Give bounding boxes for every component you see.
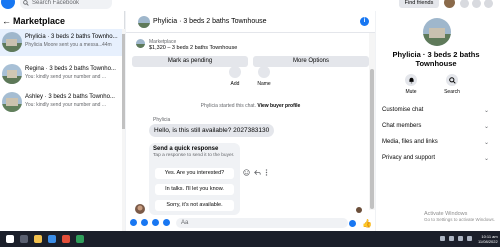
privacy-support-label: Privacy and support [382,155,436,161]
chevron-down-icon: ⌄ [484,124,490,130]
sidebar-title: Marketplace [13,16,66,26]
windows-start-icon[interactable] [6,235,14,243]
listing-thumbnail [2,32,22,52]
windows-taskbar: 10:11 am 11/08/2022 [0,231,500,247]
customise-chat-label: Customise chat [382,107,424,113]
emoji-icon[interactable] [349,220,356,227]
listing-thumbnail [2,92,22,112]
marketplace-sidebar: ← Marketplace Phylicia · 3 beds 2 baths … [0,11,125,241]
chat-panel: Phylicia · 3 beds 2 baths Townhouse i Ma… [126,11,375,231]
sidebar-scrollbar-thumb[interactable] [122,34,125,129]
activate-subtitle: Go to Settings to activate Windows. [424,217,496,222]
reply-icon[interactable] [254,169,261,176]
listing-price[interactable]: $1,320 – 3 beds 2 baths Townhouse [149,45,237,51]
menu-icon[interactable] [460,0,469,8]
more-options-button[interactable]: More Options [253,56,369,67]
chat-members-label: Chat members [382,123,422,129]
message-composer: Aa 👍 [126,213,375,231]
react-icon[interactable] [243,169,250,176]
chat-title[interactable]: Phylicia · 3 beds 2 baths Townhouse [153,18,267,25]
search-conversation-icon[interactable] [446,74,458,86]
quick-response-subtitle: Tap a response to send it to the buyer. [153,153,235,158]
chevron-down-icon: ⌄ [484,140,490,146]
search-taskbar-icon[interactable] [20,235,28,243]
quick-reply-not-available-button[interactable]: Sorry, it's not available. [155,200,234,211]
add-label: Add [230,81,240,87]
plus-icon[interactable] [130,219,137,226]
mute-icon[interactable] [405,74,417,86]
conversation-name: Regina · 3 beds 2 baths Townho... [25,66,116,72]
notifications-icon[interactable] [484,0,493,8]
gif-icon[interactable] [163,219,170,226]
top-bar: Search Facebook Find friends [0,0,500,11]
edge-icon[interactable] [48,235,56,243]
tray-up-icon[interactable] [440,236,445,241]
more-vertical-icon[interactable] [265,169,268,176]
message-bubble[interactable]: Hello, is this still available? 20273831… [149,124,275,137]
chat-scrollbar-thumb[interactable] [370,69,374,209]
network-icon[interactable] [449,236,454,241]
info-icon[interactable]: i [360,17,369,26]
search-placeholder: Search Facebook [32,0,80,6]
conversation-item-phylicia[interactable]: Phylicia · 3 beds 2 baths Townho... Phyl… [0,29,122,56]
conversation-preview: You: kindly send your number and ... [25,74,106,80]
quick-reply-in-talks-button[interactable]: In talks. I'll let you know. [155,184,234,195]
search-label: Search [444,89,460,95]
conversation-details-panel: Phylicia · 3 beds 2 baths Townhouse Mute… [376,11,500,231]
quick-response-card: Send a quick response Tap a response to … [149,143,240,215]
chat-avatar[interactable] [138,16,150,28]
profile-name: Phylicia · 3 beds 2 baths Townhouse [392,50,480,68]
chevron-down-icon: ⌄ [484,156,490,162]
sticker-icon[interactable] [152,219,159,226]
chat-started-notice: Phylicia started this chat. View buyer p… [126,103,375,109]
photo-icon[interactable] [141,219,148,226]
marketplace-listing-card: Marketplace $1,320 – 3 beds 2 baths Town… [129,36,372,68]
message-input[interactable]: Aa [176,218,348,228]
conversation-item-regina[interactable]: Regina · 3 beds 2 baths Townho... You: k… [0,61,122,88]
conversation-item-ashley[interactable]: Ashley · 3 beds 2 baths Townho... You: k… [0,89,122,116]
app-icon[interactable] [76,235,84,243]
clock-date: 11/08/2022 [478,239,498,244]
media-files-links-label: Media, files and links [382,139,438,145]
conversation-preview: You: kindly send your number and ... [25,102,106,108]
search-input[interactable]: Search Facebook [20,0,112,9]
started-text: Phylicia started this chat. [200,103,256,109]
listing-thumbnail [136,39,145,48]
chevron-down-icon: ⌄ [484,108,490,114]
sender-name: Phylicia [153,117,171,123]
back-arrow-icon[interactable]: ← [2,16,11,26]
search-icon [23,0,29,6]
conversation-name: Ashley · 3 beds 2 baths Townho... [25,94,115,100]
profile-avatar[interactable] [444,0,455,8]
file-explorer-icon[interactable] [34,235,42,243]
add-icon[interactable] [229,66,241,78]
profile-avatar-large[interactable] [423,18,451,46]
listing-thumbnail [2,64,22,84]
view-buyer-profile-link[interactable]: View buyer profile [257,103,300,109]
mute-label: Mute [405,89,417,95]
like-icon[interactable]: 👍 [362,219,372,228]
volume-icon[interactable] [458,236,463,241]
activate-windows-watermark: Activate Windows Go to Settings to activ… [424,211,495,223]
conversation-time: 44m [102,42,112,48]
name-icon[interactable] [258,66,270,78]
chat-header: Phylicia · 3 beds 2 baths Townhouse i [126,11,375,33]
battery-icon[interactable] [467,236,472,241]
quick-response-title: Send a quick response [153,146,219,152]
mark-as-pending-button[interactable]: Mark as pending [132,56,248,67]
name-label: Name [257,81,271,87]
taskbar-clock[interactable]: 10:11 am 11/08/2022 [478,234,498,244]
chrome-icon[interactable] [62,235,70,243]
messenger-icon[interactable] [472,0,481,8]
conversation-name: Phylicia · 3 beds 2 baths Townho... [25,34,118,40]
facebook-logo[interactable] [1,0,15,9]
quick-reply-yes-button[interactable]: Yes. Are you interested? [155,168,234,179]
find-friends-button[interactable]: Find friends [399,0,439,8]
